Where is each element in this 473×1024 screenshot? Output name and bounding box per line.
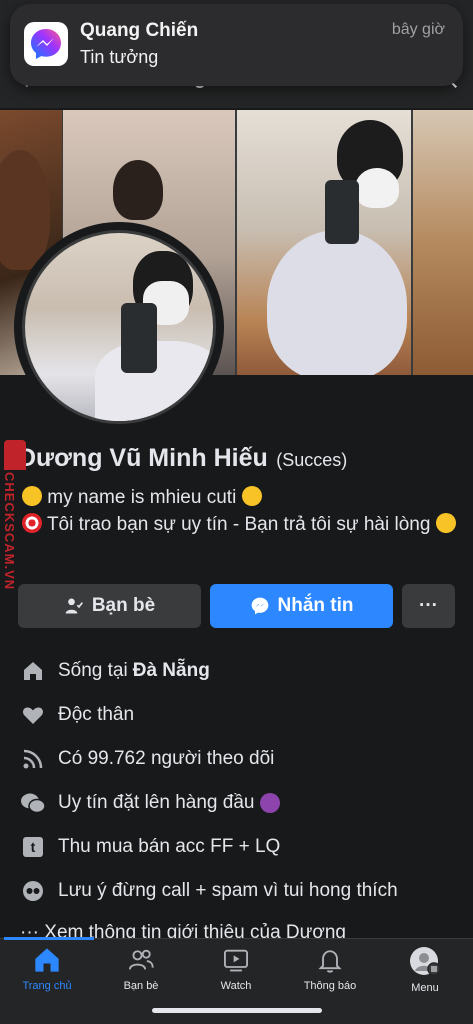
more-options-button[interactable]: ··· [402,584,455,628]
tab-home[interactable]: Trang chủ [0,946,94,1002]
messenger-icon [251,597,268,615]
info-lives-in: Sống tại Đà Nẵng [20,656,460,686]
info-custom-1: Uy tín đặt lên hàng đầu [20,788,460,818]
home-icon [20,658,46,684]
heart-eyes-emoji-icon [241,486,262,506]
custom-link-icon [20,878,46,904]
info-relationship: Độc thân [20,700,460,730]
messenger-icon [24,22,68,66]
devil-emoji-icon [260,793,281,813]
info-custom-2: t Thu mua bán acc FF + LQ [20,832,460,862]
tab-notifications[interactable]: Thông báo [283,946,377,1002]
friends-icon [128,949,154,970]
bio-line: my name is mhieu cuti [22,484,462,511]
message-button[interactable]: Nhắn tin [210,584,393,628]
info-custom-3: Lưu ý đừng call + spam vì tui hong thích [20,876,460,906]
cover-tile [237,110,411,375]
profile-nickname: (Succes) [276,450,348,470]
tumblr-icon: t [20,834,46,860]
watch-icon [223,949,249,972]
tab-watch[interactable]: Watch [189,946,283,1002]
profile-name-row: Dương Vũ Minh Hiếu (Succes) [18,444,347,473]
home-indicator[interactable] [152,1008,322,1013]
wechat-icon [20,790,46,816]
tab-menu[interactable]: Menu [378,946,472,1002]
active-tab-indicator [4,937,94,940]
home-icon [35,948,59,972]
bell-icon [318,950,342,973]
shushing-emoji-icon [435,513,456,533]
notification-time: bây giờ [391,21,445,38]
watermark-text: CHECKSCAM.VN [2,472,17,591]
rss-icon [20,746,46,772]
notification-body: Tin tưởng [80,47,159,67]
profile-bio: my name is mhieu cuti Tôi trao bạn sự uy… [22,484,462,538]
menu-avatar-icon [410,947,441,976]
bio-line: Tôi trao bạn sự uy tín - Bạn trả tôi sự … [22,511,462,538]
profile-name: Dương Vũ Minh Hiếu [18,444,268,472]
notification-title: Quang Chiến [80,20,199,41]
profile-avatar[interactable] [22,230,216,424]
heart-icon [20,702,46,728]
friend-check-icon [65,598,83,614]
push-notification[interactable]: Quang Chiến Tin tưởng bây giờ [10,4,463,86]
info-followers[interactable]: Có 99.762 người theo dõi [20,744,460,774]
tab-friends[interactable]: Bạn bè [94,946,188,1002]
cover-tile [413,110,473,375]
svg-text:t: t [31,839,36,855]
friends-button[interactable]: Bạn bè [18,584,201,628]
